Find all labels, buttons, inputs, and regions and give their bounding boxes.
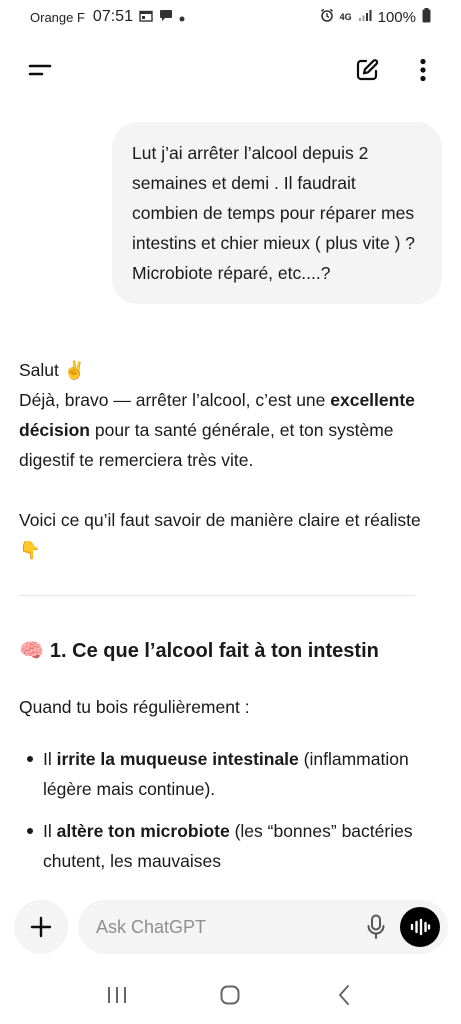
chat-thread[interactable]: Lut j’ai arrêter l’alcool depuis 2 semai… (0, 122, 461, 888)
assistant-paragraph: Voici ce qu’il faut savoir de manière cl… (19, 510, 421, 560)
greeting: Salut ✌️ (19, 360, 86, 380)
recent-apps-icon (107, 987, 126, 1003)
text-segment: Il (43, 749, 57, 769)
intro-text: Quand tu bois régulièrement : (19, 697, 250, 717)
text-segment: Il (43, 821, 57, 841)
chat-notification-icon (159, 9, 173, 26)
home-button[interactable] (210, 975, 250, 1015)
bullet-list: Il irrite la muqueuse intestinale (infla… (19, 744, 445, 876)
brain-emoji-icon: 🧠 (19, 640, 44, 662)
composer (0, 898, 461, 956)
text-segment: Déjà, bravo — arrêter l’alcool, c’est un… (19, 390, 331, 410)
calendar-icon (139, 9, 153, 26)
new-chat-icon (356, 59, 379, 81)
clock: 07:51 (92, 8, 133, 25)
menu-icon (28, 64, 52, 76)
recent-apps-button[interactable] (97, 975, 137, 1015)
network-label: 4G (339, 12, 352, 22)
back-icon (339, 985, 350, 1005)
list-item: Il altère ton microbiote (les “bonnes” b… (19, 816, 445, 876)
battery-icon (422, 7, 431, 27)
battery-label: 100% (377, 8, 416, 26)
assistant-message: Salut ✌️ Déjà, bravo — arrêter l’alcool,… (19, 355, 445, 888)
dot-icon (179, 9, 185, 26)
menu-button[interactable] (28, 56, 56, 84)
assistant-paragraph: Déjà, bravo — arrêter l’alcool, c’est un… (19, 385, 445, 475)
plus-icon (30, 916, 52, 938)
microphone-icon (367, 914, 385, 939)
home-icon (220, 985, 240, 1005)
attach-button[interactable] (14, 900, 68, 954)
system-nav-bar (0, 970, 461, 1020)
status-bar: Orange F 07:51 4G 100% (0, 0, 461, 34)
section-title: 🧠 1. Ce que l’alcool fait à ton intestin (19, 636, 445, 666)
message-input-container (78, 900, 448, 954)
carrier-label: Orange F (30, 9, 85, 25)
message-input[interactable] (96, 916, 356, 938)
dictate-button[interactable] (356, 907, 396, 947)
bold-segment: irrite la muqueuse intestinale (56, 749, 299, 769)
list-item: Il irrite la muqueuse intestinale (infla… (19, 744, 445, 804)
more-vertical-icon (420, 58, 426, 82)
user-message: Lut j’ai arrêter l’alcool depuis 2 semai… (112, 122, 442, 304)
bold-segment: altère ton microbiote (56, 821, 230, 841)
back-button[interactable] (324, 975, 364, 1015)
new-chat-button[interactable] (353, 56, 381, 84)
app-header (0, 46, 461, 94)
signal-icon (358, 9, 372, 26)
divider (19, 595, 415, 596)
voice-waveform-icon (410, 918, 431, 936)
alarm-icon (320, 8, 334, 26)
more-options-button[interactable] (409, 56, 437, 84)
section-title-text: 1. Ce que l’alcool fait à ton intestin (49, 640, 379, 662)
voice-mode-button[interactable] (400, 907, 440, 947)
